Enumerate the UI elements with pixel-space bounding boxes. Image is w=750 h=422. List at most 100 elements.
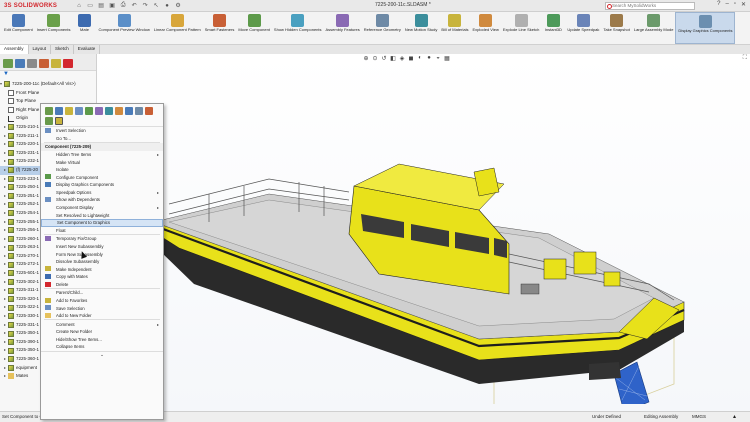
context-menu-item[interactable]: Form New Subassembly: [41, 250, 163, 258]
isolate-icon[interactable]: [105, 107, 113, 115]
appearance-tab-icon[interactable]: [63, 59, 73, 68]
component-properties-icon[interactable]: [65, 107, 73, 115]
ribbon-button-3[interactable]: Component Preview Window: [96, 12, 151, 44]
rebuild-component-icon[interactable]: [145, 107, 153, 115]
zoom-selection-icon[interactable]: [125, 107, 133, 115]
context-menu-item[interactable]: Set Resolved to Lightweight: [41, 211, 163, 219]
open-folder-icon[interactable]: ▤: [97, 2, 105, 10]
context-menu-item[interactable]: Make Independent: [41, 265, 163, 273]
context-menu-item[interactable]: Add to New Folder: [41, 312, 163, 320]
home-icon[interactable]: ⌂: [75, 2, 83, 10]
dimxpert-tab-icon[interactable]: [39, 59, 49, 68]
filter-icon[interactable]: ▼: [0, 71, 96, 80]
display-manager-tab-icon[interactable]: [51, 59, 61, 68]
ribbon-button-10[interactable]: New Motion Study: [403, 12, 439, 44]
ribbon-button-15[interactable]: Update Speedpak: [565, 12, 601, 44]
ribbon-button-16[interactable]: Take Snapshot: [601, 12, 631, 44]
zoom-area-icon[interactable]: ⊙: [371, 54, 379, 62]
view-mates-icon[interactable]: [135, 107, 143, 115]
minimize-icon[interactable]: –: [725, 1, 728, 8]
context-menu-item[interactable]: Insert New Subassembly: [41, 243, 163, 251]
change-transparency-icon[interactable]: [95, 107, 103, 115]
display-style-icon[interactable]: ◼: [407, 54, 415, 62]
context-menu-item[interactable]: Dissolve Subassembly: [41, 258, 163, 266]
context-menu-item[interactable]: Temporary Fix/Group: [41, 235, 163, 243]
ribbon-button-8[interactable]: Assembly Features: [324, 12, 362, 44]
restore-icon[interactable]: ▫: [734, 1, 736, 8]
ribbon-button-12[interactable]: Exploded View: [470, 12, 500, 44]
context-menu-item[interactable]: Component Display ▸: [41, 204, 163, 212]
undo-icon[interactable]: ↶: [130, 2, 138, 10]
units-arrow-icon[interactable]: ▴: [733, 412, 736, 422]
view-orientation-icon[interactable]: ◈: [398, 54, 406, 62]
context-menu-item[interactable]: Hide/Show Tree Items...: [41, 336, 163, 344]
ribbon-button-5[interactable]: Smart Fasteners: [203, 12, 237, 44]
help-icon[interactable]: ?: [717, 1, 720, 8]
boat-assembly-model[interactable]: [149, 134, 729, 404]
context-menu-item[interactable]: Go To...: [41, 135, 163, 143]
tree-root[interactable]: ▾ 7225-200-11c (Default<All Vis>): [0, 80, 96, 89]
context-menu-item[interactable]: Delete: [41, 281, 163, 289]
appearance-icon[interactable]: [115, 107, 123, 115]
ribbon-button-7[interactable]: Show Hidden Components: [272, 12, 324, 44]
context-menu-item[interactable]: Add to Favorites: [41, 297, 163, 305]
select-component-icon[interactable]: [55, 117, 63, 125]
graphics-viewport[interactable]: ⊕ ⊙ ↺ ◧ ◈ ◼ ◐ ● ◒ ▦ ⛶: [97, 54, 750, 411]
property-manager-tab-icon[interactable]: [15, 59, 25, 68]
tab-sketch[interactable]: Sketch: [51, 45, 74, 54]
ribbon-button-18[interactable]: Display Graphics Components: [675, 12, 736, 44]
tab-evaluate[interactable]: Evaluate: [74, 45, 101, 54]
units-selector[interactable]: MMGS: [692, 412, 706, 422]
ribbon-button-1[interactable]: Insert Components: [35, 12, 73, 44]
view-settings-icon[interactable]: ▦: [443, 54, 451, 62]
search-input[interactable]: Search MySolidWorks: [605, 2, 695, 10]
ribbon-button-17[interactable]: Large Assembly Mode: [632, 12, 676, 44]
select-cursor-icon[interactable]: ↖: [152, 2, 160, 10]
context-menu-item[interactable]: Show with Dependents: [41, 196, 163, 204]
context-menu-item[interactable]: Hidden Tree Items ▸: [41, 151, 163, 159]
options-icon[interactable]: ⚙: [174, 2, 182, 10]
context-menu-item[interactable]: Configure Component: [41, 173, 163, 181]
ribbon-button-13[interactable]: Explode Line Sketch: [501, 12, 541, 44]
close-icon[interactable]: ✕: [741, 1, 746, 8]
context-menu-item[interactable]: Float: [41, 227, 163, 235]
ribbon-button-0[interactable]: Edit Component: [2, 12, 35, 44]
context-menu-item[interactable]: Create New Folder: [41, 328, 163, 336]
ribbon-button-11[interactable]: Bill of Materials: [439, 12, 470, 44]
configuration-tab-icon[interactable]: [27, 59, 37, 68]
solidworks-logo[interactable]: 3S SOLIDWORKS: [4, 3, 57, 9]
ribbon-button-2[interactable]: Mate: [72, 12, 96, 44]
zoom-to-fit-icon[interactable]: ⊕: [362, 54, 370, 62]
save-icon[interactable]: ▣: [108, 2, 116, 10]
replace-icon[interactable]: [45, 117, 53, 125]
feature-tree-tab-icon[interactable]: [3, 59, 13, 68]
redo-icon[interactable]: ↷: [141, 2, 149, 10]
context-menu-item[interactable]: Display Graphics Components: [41, 181, 163, 189]
edit-appearance-icon[interactable]: ●: [425, 54, 433, 62]
context-menu-item[interactable]: Collapse Items: [41, 343, 163, 351]
context-menu-item[interactable]: Isolate: [41, 166, 163, 174]
viewport-maximize-icon[interactable]: ⛶: [743, 55, 747, 62]
hide-components-icon[interactable]: [75, 107, 83, 115]
previous-view-icon[interactable]: ↺: [380, 54, 388, 62]
more-options-chevron-icon[interactable]: ⌄: [41, 350, 163, 358]
print-icon[interactable]: ⎙: [119, 2, 127, 10]
tree-item[interactable]: Front Plane: [0, 89, 96, 98]
context-menu-item[interactable]: Comment ▸: [41, 320, 163, 328]
apply-scene-icon[interactable]: ◒: [434, 54, 442, 62]
ribbon-button-6[interactable]: Move Component: [236, 12, 272, 44]
context-menu-item[interactable]: Parent/Child...: [41, 289, 163, 297]
context-menu-item[interactable]: Speedpak Options ▸: [41, 189, 163, 197]
context-menu-item[interactable]: Set Component to Graphics: [41, 218, 163, 227]
ribbon-button-14[interactable]: Instant3D: [541, 12, 565, 44]
context-menu-item[interactable]: Invert Selection: [41, 127, 163, 135]
tab-assembly[interactable]: Assembly: [0, 45, 29, 54]
context-menu-item[interactable]: Make Virtual: [41, 158, 163, 166]
rebuild-icon[interactable]: ●: [163, 2, 171, 10]
context-menu-item[interactable]: Copy with Mates: [41, 273, 163, 281]
edit-part-icon[interactable]: [55, 107, 63, 115]
suppress-icon[interactable]: [85, 107, 93, 115]
new-document-icon[interactable]: ▭: [86, 2, 94, 10]
tab-layout[interactable]: Layout: [29, 45, 52, 54]
ribbon-button-4[interactable]: Linear Component Pattern: [152, 12, 203, 44]
